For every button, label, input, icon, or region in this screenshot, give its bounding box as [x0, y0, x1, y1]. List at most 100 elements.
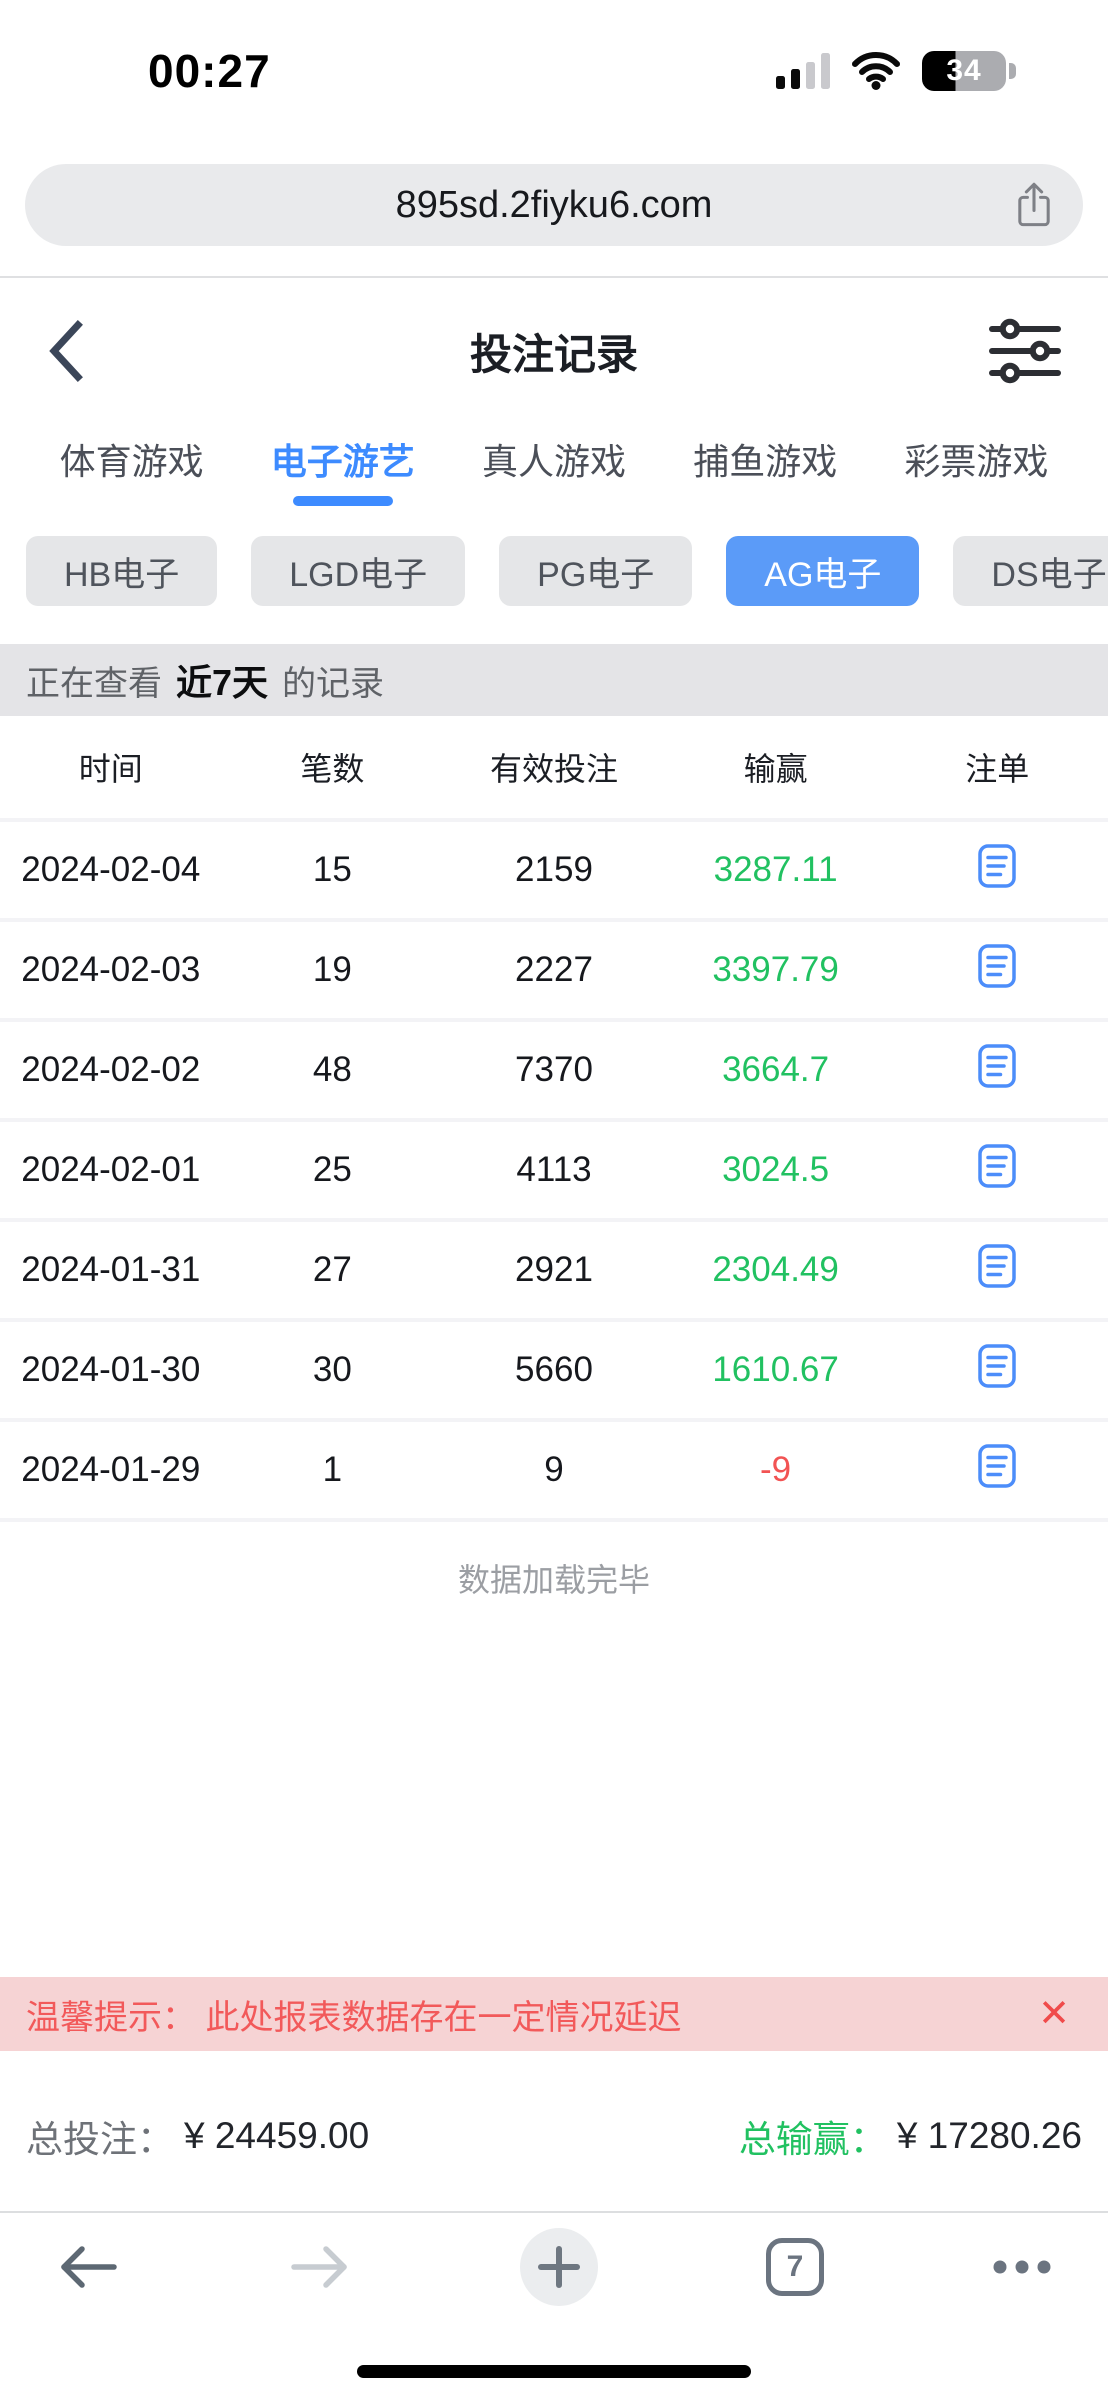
cell-order	[886, 1341, 1108, 1400]
cell-valid-bet: 2159	[443, 850, 665, 890]
cell-win-loss: 3664.7	[665, 1050, 887, 1090]
cell-order	[886, 841, 1108, 900]
warning-banner: 温馨提示： 此处报表数据存在一定情况延迟 ✕	[0, 1977, 1108, 2051]
table-row: 2024-01-30 30 5660 1610.67	[0, 1322, 1108, 1422]
chip-label: PG电子	[537, 547, 654, 596]
cell-win-loss: 2304.49	[665, 1250, 887, 1290]
cell-date: 2024-02-02	[0, 1050, 222, 1090]
order-detail-button[interactable]	[975, 1141, 1019, 1191]
cell-valid-bet: 5660	[443, 1350, 665, 1390]
browser-forward-button[interactable]	[288, 2243, 352, 2291]
provider-chip[interactable]: DS电子	[953, 536, 1108, 606]
mobile-browser-screen: 00:27 34 895sd.2fi	[0, 0, 1108, 2400]
table-body: 2024-02-04 15 2159 3287.11 2024-02-03 19…	[0, 822, 1108, 1522]
notice-prefix: 正在查看	[26, 656, 162, 705]
total-bet-label: 总投注：	[26, 2109, 174, 2163]
address-field[interactable]: 895sd.2fiyku6.com	[25, 164, 1083, 246]
header-order: 注单	[886, 744, 1108, 790]
provider-chip[interactable]: PG电子	[499, 536, 692, 606]
header-win-loss: 输赢	[665, 744, 887, 790]
cell-order	[886, 1441, 1108, 1500]
browser-menu-button[interactable]	[992, 2259, 1052, 2275]
arrow-left-icon	[56, 2243, 120, 2291]
cell-date: 2024-01-30	[0, 1350, 222, 1390]
cell-valid-bet: 4113	[443, 1150, 665, 1190]
cell-order	[886, 1141, 1108, 1200]
close-icon[interactable]: ✕	[1038, 1995, 1070, 2033]
game-category-tabs: 体育游戏 电子游艺 真人游戏 捕鱼游戏 彩票游戏	[0, 424, 1108, 516]
page-nav-bar: 投注记录	[0, 278, 1108, 424]
table-row: 2024-02-01 25 4113 3024.5	[0, 1122, 1108, 1222]
arrow-right-icon	[288, 2243, 352, 2291]
document-icon	[975, 841, 1019, 891]
document-icon	[975, 1441, 1019, 1491]
cell-count: 19	[222, 950, 444, 990]
new-tab-button[interactable]	[520, 2228, 598, 2306]
cell-win-loss: 3397.79	[665, 950, 887, 990]
plus-icon	[537, 2245, 581, 2289]
provider-chip[interactable]: AG电子	[726, 536, 919, 606]
order-detail-button[interactable]	[975, 941, 1019, 991]
cell-date: 2024-01-31	[0, 1250, 222, 1290]
cell-valid-bet: 9	[443, 1450, 665, 1490]
total-win-value: ¥ 17280.26	[897, 2115, 1082, 2157]
url-bar: 895sd.2fiyku6.com	[25, 164, 1083, 246]
cell-count: 30	[222, 1350, 444, 1390]
total-bet-value: ¥ 24459.00	[184, 2115, 369, 2157]
tab-item[interactable]: 电子游艺	[237, 424, 448, 516]
status-icons: 34	[776, 51, 1016, 91]
order-detail-button[interactable]	[975, 1341, 1019, 1391]
tab-switcher-button[interactable]: 7	[766, 2238, 824, 2296]
tab-count: 7	[787, 2250, 804, 2284]
cell-date: 2024-01-29	[0, 1450, 222, 1490]
cell-count: 48	[222, 1050, 444, 1090]
page-title: 投注记录	[0, 321, 1108, 382]
tab-item[interactable]: 体育游戏	[26, 424, 237, 516]
battery-icon: 34	[922, 51, 1016, 91]
cell-valid-bet: 7370	[443, 1050, 665, 1090]
document-icon	[975, 941, 1019, 991]
cell-valid-bet: 2227	[443, 950, 665, 990]
notice-range: 近7天	[176, 654, 268, 706]
header-count: 笔数	[222, 744, 444, 790]
header-valid-bet: 有效投注	[443, 744, 665, 790]
chevron-left-icon	[46, 320, 84, 382]
back-button[interactable]	[46, 320, 84, 382]
order-detail-button[interactable]	[975, 841, 1019, 891]
table-row: 2024-02-02 48 7370 3664.7	[0, 1022, 1108, 1122]
home-indicator[interactable]	[357, 2365, 751, 2378]
order-detail-button[interactable]	[975, 1041, 1019, 1091]
table-row: 2024-01-31 27 2921 2304.49	[0, 1222, 1108, 1322]
bottom-block: 温馨提示： 此处报表数据存在一定情况延迟 ✕ 总投注： ¥ 24459.00 总…	[0, 1977, 1108, 2400]
provider-chip[interactable]: LGD电子	[251, 536, 465, 606]
provider-chip[interactable]: HB电子	[26, 536, 217, 606]
filter-sliders-icon	[988, 317, 1062, 385]
tab-item[interactable]: 彩票游戏	[871, 424, 1082, 516]
cellular-signal-icon	[776, 53, 830, 89]
chip-label: AG电子	[764, 547, 881, 596]
active-tab-underline-icon	[293, 496, 393, 506]
wifi-icon	[852, 52, 900, 90]
status-time: 00:27	[148, 44, 271, 98]
totals-bar: 总投注： ¥ 24459.00 总输赢： ¥ 17280.26	[0, 2081, 1108, 2191]
total-win-loss: 总输赢： ¥ 17280.26	[739, 2109, 1082, 2163]
tab-label: 电子游艺	[271, 440, 415, 484]
status-bar: 00:27 34	[0, 0, 1108, 120]
order-detail-button[interactable]	[975, 1441, 1019, 1491]
table-header: 时间 笔数 有效投注 输赢 注单	[0, 716, 1108, 822]
share-icon	[1015, 181, 1053, 229]
document-icon	[975, 1141, 1019, 1191]
filter-button[interactable]	[988, 317, 1062, 385]
order-detail-button[interactable]	[975, 1241, 1019, 1291]
tab-label: 捕鱼游戏	[693, 440, 837, 484]
tab-item[interactable]: 真人游戏	[448, 424, 659, 516]
url-text: 895sd.2fiyku6.com	[396, 184, 713, 227]
table-row: 2024-02-03 19 2227 3397.79	[0, 922, 1108, 1022]
load-complete-text: 数据加载完毕	[0, 1558, 1108, 1602]
share-button[interactable]	[1015, 181, 1053, 229]
notice-suffix: 的记录	[282, 656, 384, 705]
tab-item[interactable]: 捕鱼游戏	[660, 424, 871, 516]
cell-win-loss: -9	[665, 1450, 887, 1490]
browser-back-button[interactable]	[56, 2243, 120, 2291]
home-indicator-area	[0, 2321, 1108, 2400]
